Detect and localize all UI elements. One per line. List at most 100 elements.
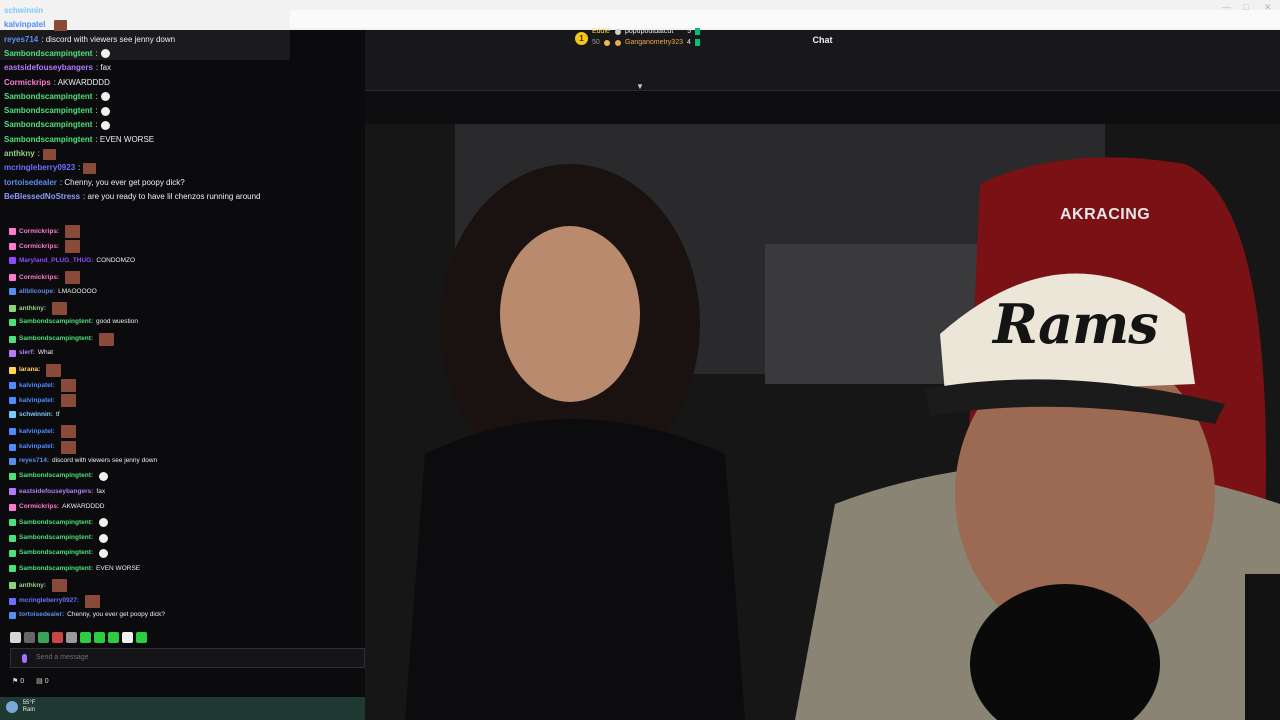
chat-username[interactable]: allblicoupe: [19, 287, 55, 297]
chat-username[interactable]: Cormickrips: [19, 502, 59, 512]
emote-icon[interactable] [108, 632, 119, 643]
chat-text: What [37, 349, 54, 357]
chat-message: tortoisedealer: Chenny, you ever get poop… [9, 610, 165, 620]
weather-temp: 55°F [22, 700, 36, 706]
chat-username[interactable]: eastsidefouseybangers: [19, 487, 93, 497]
user-badge-icon [9, 457, 16, 465]
channel-points[interactable]: ⚑ 0 [12, 677, 24, 685]
chat-message: Cormickrips: [9, 271, 81, 285]
leaderboard-other-name: popupoutdatcut [625, 28, 674, 35]
chat-username[interactable]: Sambondscampingtent: [19, 564, 93, 574]
chat-text: good wuestion [96, 318, 138, 326]
emote-icon[interactable] [52, 632, 63, 643]
chat-username[interactable]: larana: [19, 365, 40, 375]
chat-username[interactable]: Maryland_PLUG_THUG: [19, 256, 93, 266]
chat-username[interactable]: Sambondscampingtent: [19, 518, 93, 528]
chat-text: : fax [95, 63, 112, 73]
chat-text: : [95, 48, 98, 58]
stream-video[interactable]: AKRACING Rams [365, 124, 1280, 720]
chat-username[interactable]: kalvinpatel: [19, 442, 55, 452]
user-badge-icon [9, 565, 16, 573]
leaderboard-first[interactable]: Eddie 50 [592, 26, 610, 48]
chat-username[interactable]: Sambondscampingtent: [19, 548, 93, 558]
chat-username[interactable]: Cormickrips: [19, 273, 59, 283]
minimize-icon[interactable]: — [1222, 2, 1231, 12]
chat-username[interactable]: Cormickrips [4, 77, 51, 89]
chat-username[interactable]: kalvinpatel: [19, 396, 55, 406]
chat-username[interactable]: reyes714: [19, 456, 49, 466]
chat-input[interactable]: Send a message [10, 648, 365, 668]
emote-icon[interactable] [80, 632, 91, 643]
chat-text: : EVEN WORSE [95, 134, 155, 144]
emote-icon[interactable] [94, 632, 105, 643]
collapse-arrow-icon[interactable]: ▼ [636, 82, 644, 91]
viewer-count[interactable]: ▤ 0 [36, 677, 48, 685]
emote-icon[interactable] [122, 632, 133, 643]
chat-username[interactable]: Sambondscampingtent: [19, 334, 93, 344]
leaderboard-second[interactable]: popupoutdatcut 5 Ganganometry323 4 [615, 26, 701, 48]
chat-username[interactable]: slerf: [19, 348, 35, 358]
chat-username[interactable]: mcringleberry0923 [4, 162, 75, 174]
chat-username[interactable]: reyes714 [4, 34, 38, 46]
chat-username[interactable]: tortoisedealer: [19, 610, 64, 620]
chat-username[interactable]: eastsidefouseybangers [4, 62, 93, 74]
chat-message: Sambondscampingtent: [4, 119, 110, 131]
chat-username[interactable]: Sambondscampingtent [4, 48, 92, 60]
weather-icon [6, 701, 18, 713]
emote-icon[interactable] [10, 632, 21, 643]
chat-message: Sambondscampingtent: EVEN WORSE [9, 564, 140, 574]
chat-username[interactable]: mcringleberry0927: [19, 596, 79, 606]
chat-message: Sambondscampingtent: [4, 105, 110, 117]
chat-username[interactable]: Sambondscampingtent [4, 134, 92, 146]
chat-username[interactable]: kalvinpatel: [19, 427, 55, 437]
chat-username[interactable]: tortoisedealer [4, 177, 57, 189]
chat-message: anthkny: [4, 148, 56, 160]
user-badge-icon [9, 519, 16, 527]
chat-text: : [78, 163, 81, 173]
maximize-icon[interactable]: □ [1243, 2, 1248, 12]
user-badge-icon [9, 411, 16, 419]
chat-username[interactable]: anthkny: [19, 581, 46, 591]
chat-text: discord with viewers see jenny down [52, 457, 158, 464]
emote-icon[interactable] [66, 632, 77, 643]
emote-icon[interactable] [38, 632, 49, 643]
chat-username[interactable]: kalvinpatel: [19, 381, 55, 391]
close-icon[interactable]: ✕ [1264, 2, 1272, 13]
chat-username[interactable]: Sambondscampingtent: [19, 471, 93, 481]
weather-widget[interactable]: 55°F Rain [6, 700, 35, 714]
chat-username[interactable]: anthkny: [19, 304, 46, 314]
leaderboard-third-name: Ganganometry323 [625, 39, 683, 46]
bits-icon [695, 28, 701, 35]
chat-username[interactable]: Sambondscampingtent: [19, 533, 93, 543]
emote-icon[interactable] [24, 632, 35, 643]
user-badge-icon [9, 428, 16, 436]
chat-username[interactable]: Cormickrips: [19, 242, 59, 252]
chat-message: Sambondscampingtent: [9, 548, 109, 558]
user-badge-icon [9, 397, 16, 405]
chat-username[interactable]: BeBlessedNoStress [4, 191, 80, 203]
user-badge-icon [9, 257, 16, 265]
chat-username[interactable]: Cormickrips: [19, 227, 59, 237]
mic-icon[interactable] [22, 654, 27, 663]
chat-text: : discord with viewers see jenny down [41, 34, 176, 44]
chat-username[interactable]: Sambondscampingtent [4, 119, 92, 131]
chat-text: EVEN WORSE [96, 564, 141, 572]
emote-image [46, 363, 62, 377]
chat-username[interactable]: Sambondscampingtent [4, 91, 92, 103]
chat-username[interactable]: Sambondscampingtent: [19, 317, 93, 327]
chat-username[interactable]: Sambondscampingtent [4, 105, 92, 117]
emote-icon[interactable] [136, 632, 147, 643]
chat-message: Maryland_PLUG_THUG: CONDOMZO [9, 256, 135, 266]
chat-username[interactable]: schwinnin [4, 5, 43, 17]
chat-message: allblicoupe: LMAOOOOO [9, 287, 97, 297]
user-badge-icon [9, 243, 16, 251]
emote-picker-row[interactable] [10, 632, 147, 643]
chat-username[interactable]: kalvinpatel [4, 19, 45, 31]
chat-message: eastsidefouseybangers: fax [9, 487, 105, 497]
address-bar-strip [290, 10, 1280, 28]
chat-username[interactable]: schwinnin: [19, 410, 53, 420]
chat-message: Cormickrips: [9, 240, 81, 254]
chat-username[interactable]: anthkny [4, 148, 35, 160]
face-emote-icon [100, 92, 110, 102]
chat-title: Chat [812, 35, 833, 45]
